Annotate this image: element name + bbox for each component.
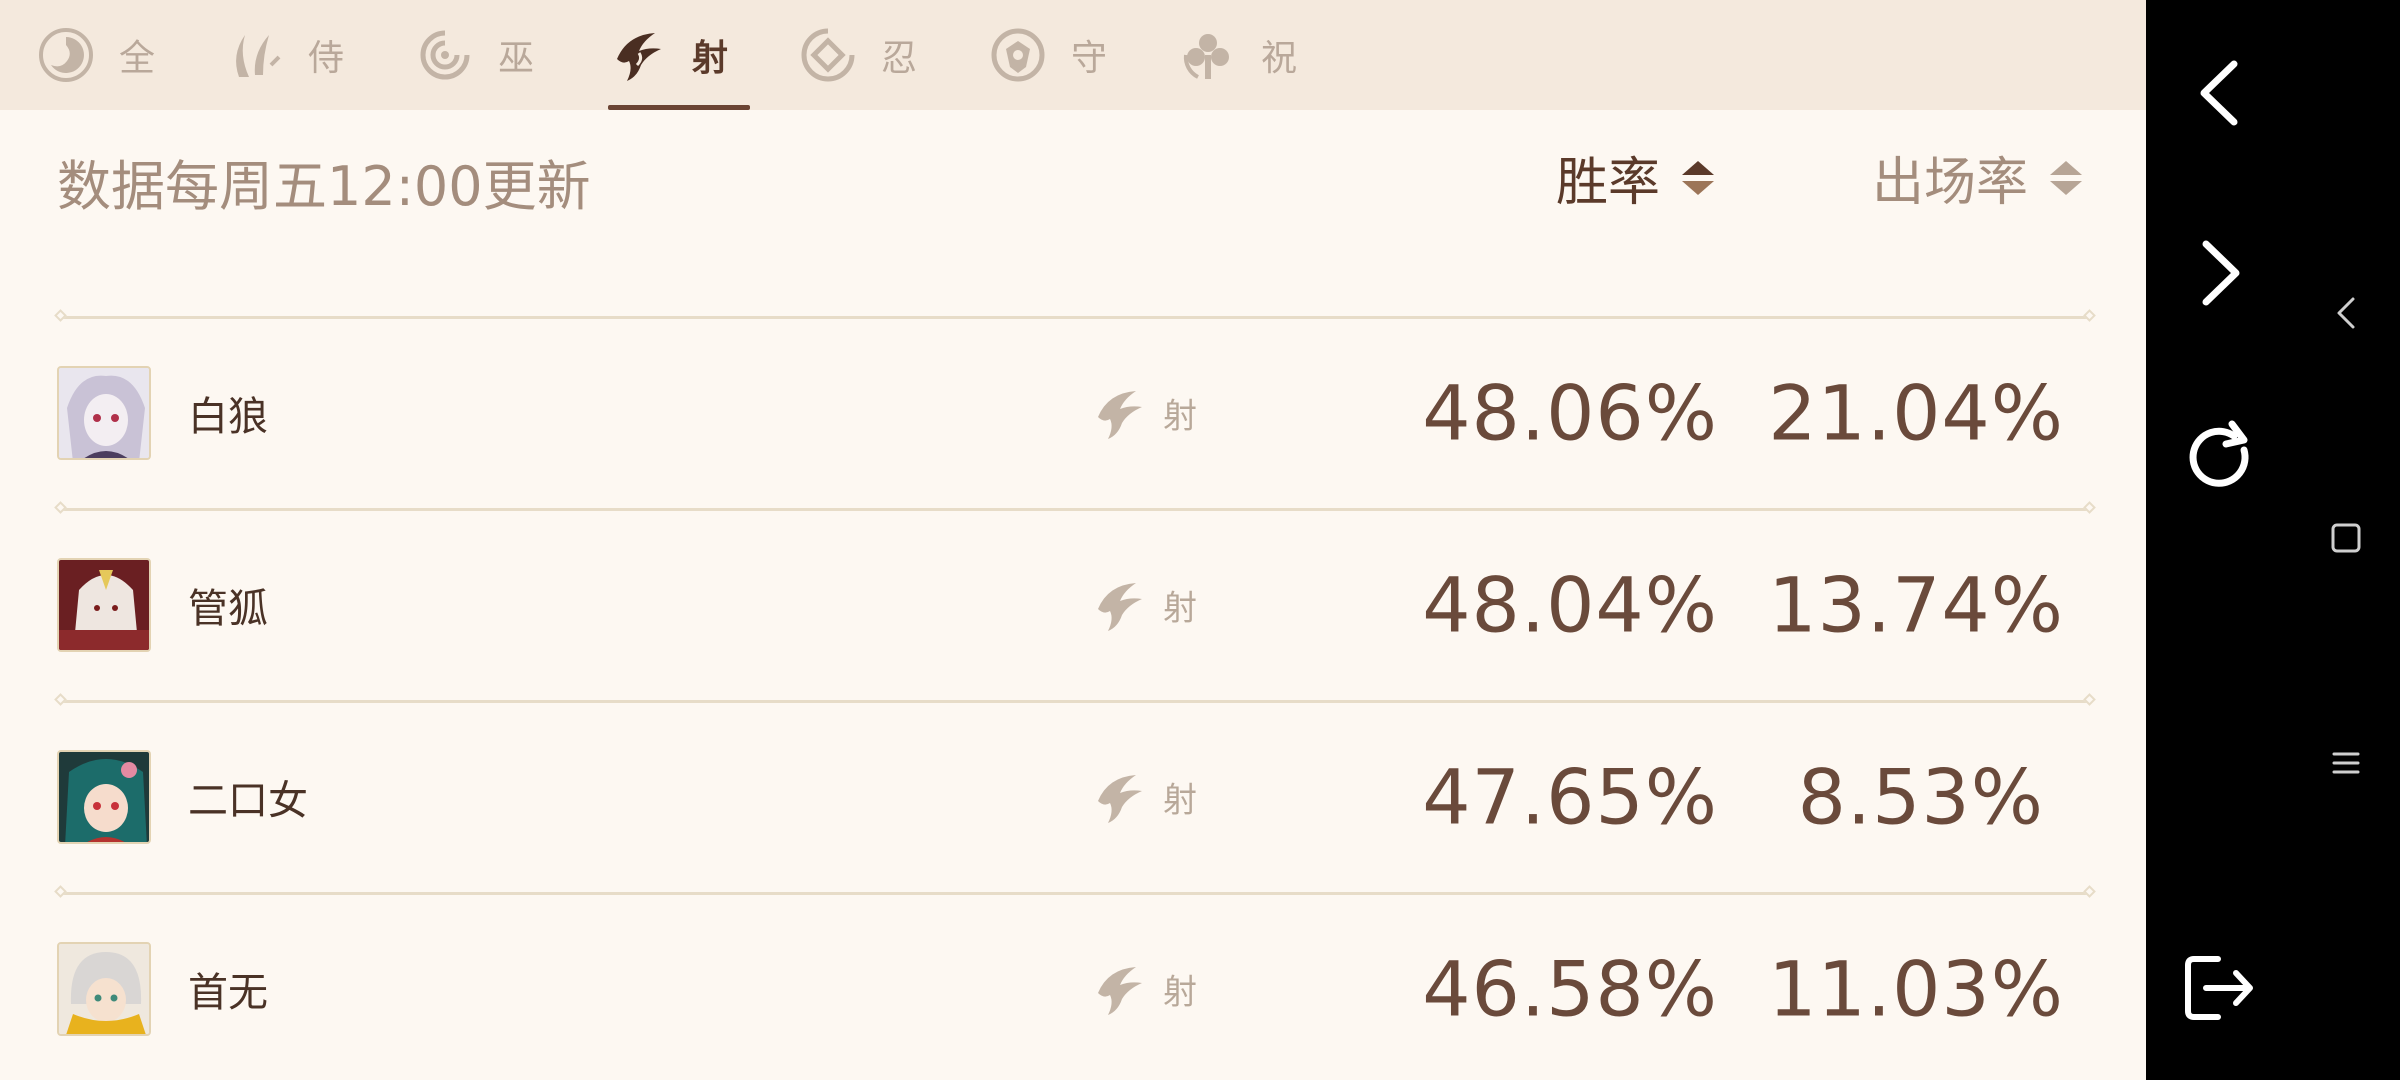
archer-icon — [1090, 767, 1150, 827]
tab-all-label: 全 — [119, 38, 158, 79]
sort-win-rate-button[interactable]: 胜率 — [1556, 140, 1715, 215]
mage-icon — [414, 24, 476, 86]
hero-name: 二口女 — [188, 778, 308, 824]
tab-mage-label: 巫 — [498, 38, 537, 79]
win-rate: 48.04% — [1422, 560, 1718, 650]
reload-icon — [2182, 420, 2258, 500]
support-icon — [1177, 24, 1239, 86]
back-icon — [2190, 58, 2250, 132]
list-header: 数据每周五12:00更新 胜率 出场率 — [0, 110, 2146, 238]
ninja-icon — [797, 24, 859, 86]
tab-archer-label: 射 — [692, 38, 731, 79]
hero-avatar — [57, 750, 151, 844]
sort-win-rate-label: 胜率 — [1556, 153, 1661, 213]
exit-icon — [2182, 953, 2258, 1027]
tab-ninja-label: 忍 — [881, 38, 920, 79]
sort-play-rate-label: 出场率 — [1872, 153, 2029, 213]
system-back-button[interactable] — [2316, 285, 2376, 345]
hero-list[interactable]: 白狼 射 48.06% 21.04% 管狐 射 48.04% 13.74% 二口… — [0, 238, 2146, 1080]
win-rate: 46.58% — [1422, 944, 1718, 1034]
all-icon — [35, 24, 97, 86]
archer-icon — [1090, 959, 1150, 1019]
sort-play-rate-button[interactable]: 出场率 — [1872, 140, 2083, 215]
hero-avatar — [57, 942, 151, 1036]
hero-class: 射 — [1163, 780, 1197, 821]
update-note: 数据每周五12:00更新 — [57, 155, 591, 218]
archer-icon — [608, 24, 670, 86]
hero-name: 首无 — [188, 970, 268, 1016]
side-navigation-bar — [2146, 0, 2400, 1080]
samurai-icon — [224, 24, 286, 86]
tab-guard[interactable]: 守 — [987, 0, 1109, 110]
table-row[interactable]: 管狐 射 48.04% 13.74% — [0, 510, 2146, 700]
app-window: 全 侍 巫 射 忍 守 祝 数据每周五12:00更新 胜率 出场率 白狼 射 4… — [0, 0, 2146, 1080]
system-menu-button[interactable] — [2316, 735, 2376, 795]
tab-support[interactable]: 祝 — [1177, 0, 1299, 110]
hero-class: 射 — [1163, 396, 1197, 437]
tab-samurai-label: 侍 — [308, 38, 347, 79]
tab-guard-label: 守 — [1071, 38, 1110, 79]
tab-samurai[interactable]: 侍 — [224, 0, 346, 110]
archer-icon — [1090, 383, 1150, 443]
play-rate: 11.03% — [1768, 944, 2064, 1034]
class-filter-tabs: 全 侍 巫 射 忍 守 祝 — [0, 0, 2146, 110]
forward-button[interactable] — [2170, 230, 2270, 320]
tab-all[interactable]: 全 — [35, 0, 157, 110]
play-rate: 13.74% — [1768, 560, 2064, 650]
sort-arrows-icon — [1682, 160, 1715, 195]
hero-avatar — [57, 558, 151, 652]
play-rate: 21.04% — [1768, 368, 2064, 458]
sort-arrows-icon — [2050, 160, 2083, 195]
win-rate: 47.65% — [1422, 752, 1718, 842]
guard-icon — [987, 24, 1049, 86]
hero-name: 管狐 — [188, 586, 268, 632]
play-rate: 8.53% — [1797, 752, 2044, 842]
table-row[interactable]: 白狼 射 48.06% 21.04% — [0, 318, 2146, 508]
forward-icon — [2190, 238, 2250, 312]
nav-home-icon — [2328, 520, 2364, 560]
tab-support-label: 祝 — [1261, 38, 1300, 79]
system-home-button[interactable] — [2316, 510, 2376, 570]
reload-button[interactable] — [2170, 410, 2270, 510]
tab-archer[interactable]: 射 — [608, 0, 751, 110]
nav-menu-icon — [2328, 745, 2364, 785]
hero-class: 射 — [1163, 972, 1197, 1013]
archer-icon — [1090, 575, 1150, 635]
nav-back-icon — [2331, 293, 2361, 337]
win-rate: 48.06% — [1422, 368, 1718, 458]
table-row-partial[interactable] — [0, 238, 2146, 278]
exit-button[interactable] — [2170, 940, 2270, 1040]
hero-class: 射 — [1163, 588, 1197, 629]
table-row[interactable]: 首无 射 46.58% 11.03% — [0, 894, 2146, 1080]
back-button[interactable] — [2170, 50, 2270, 140]
tab-ninja[interactable]: 忍 — [797, 0, 919, 110]
tab-mage[interactable]: 巫 — [414, 0, 536, 110]
hero-avatar — [57, 366, 151, 460]
table-row[interactable]: 二口女 射 47.65% 8.53% — [0, 702, 2146, 892]
hero-name: 白狼 — [188, 394, 268, 440]
